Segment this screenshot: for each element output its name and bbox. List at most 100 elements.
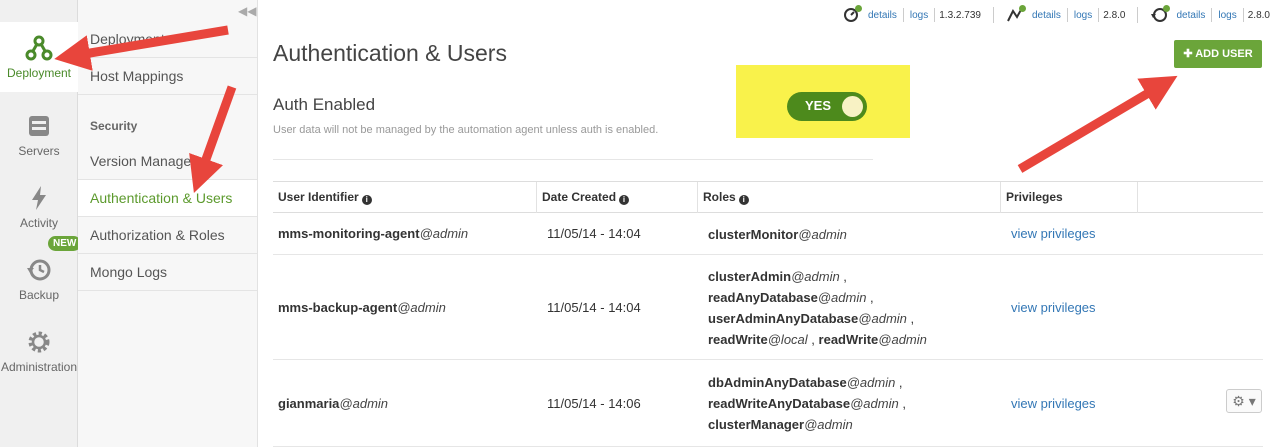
role-db: @admin (846, 375, 896, 390)
date-created-cell: 11/05/14 - 14:06 (547, 396, 641, 411)
subnav-mongo-logs[interactable]: Mongo Logs (78, 254, 257, 291)
header-user-identifier[interactable]: User Identifier i (273, 182, 537, 213)
role-name: clusterManager (708, 417, 805, 432)
role-db: @admin (850, 396, 899, 411)
role-line: clusterManager@admin (708, 414, 906, 435)
user-db: @admin (419, 226, 469, 241)
role-separator: , (839, 269, 847, 284)
subnav-host-mappings[interactable]: Host Mappings (78, 58, 257, 95)
role-line: userAdminAnyDatabase@admin , (708, 308, 927, 329)
role-name: readWrite (818, 332, 879, 347)
role-name: readWrite (708, 332, 768, 347)
role-name: clusterMonitor (708, 227, 799, 242)
page-title: Authentication & Users (273, 40, 507, 66)
agent-status-bar: details logs 1.3.2.739 details logs 2.8.… (836, 0, 1270, 30)
nav-servers-label: Servers (18, 144, 60, 158)
nav-administration[interactable]: Administration (0, 316, 78, 386)
roles-cell: dbAdminAnyDatabase@admin , readWriteAnyDa… (703, 372, 906, 435)
role-line: readWrite@local , readWrite@admin (708, 329, 927, 350)
arrow-to-add-user (1017, 75, 1178, 173)
auth-hint-text: User data will not be managed by the aut… (273, 124, 659, 136)
history-icon (27, 259, 51, 281)
user-db: @admin (397, 300, 446, 315)
user-name: mms-monitoring-agent (278, 226, 420, 241)
subnav-version-manager[interactable]: Version Manager (78, 143, 257, 180)
roles-cell: clusterMonitor@admin (703, 224, 847, 245)
view-privileges-link[interactable]: view privileges (1006, 226, 1096, 241)
role-db: @local (767, 332, 808, 347)
nav-administration-label: Administration (0, 360, 78, 374)
app-window: Deployment Servers Activity NEW Backup A… (0, 0, 1270, 447)
gear-icon (28, 331, 50, 353)
role-name: clusterAdmin (708, 269, 792, 284)
section-nav: ◀◀ Deployment Host Mappings Security Ver… (78, 0, 258, 447)
subnav-authorization-roles[interactable]: Authorization & Roles (78, 217, 257, 254)
info-icon: i (361, 195, 372, 205)
monitoring-logs-link[interactable]: logs (910, 10, 928, 21)
backup-details-link[interactable]: details (1176, 10, 1205, 21)
monitoring-agent-status: details logs 1.3.2.739 (836, 5, 987, 25)
role-db: @admin (798, 227, 847, 242)
date-created-cell: 11/05/14 - 14:04 (547, 300, 641, 315)
view-privileges-link[interactable]: view privileges (1006, 396, 1096, 411)
subnav-authentication-users[interactable]: Authentication & Users (78, 180, 257, 217)
header-privileges: Privileges (1001, 182, 1138, 213)
user-db: @admin (339, 396, 389, 411)
view-privileges-link[interactable]: view privileges (1006, 300, 1096, 315)
table-row: mms-backup-agent@admin 11/05/14 - 14:04 cl… (273, 255, 1263, 360)
role-line: readAnyDatabase@admin , (708, 287, 927, 308)
header-date-created[interactable]: Date Created i (537, 182, 698, 213)
users-table-header: User Identifier i Date Created i Roles i Pr… (273, 181, 1263, 213)
role-db: @admin (791, 269, 840, 284)
nav-backup[interactable]: Backup (0, 244, 78, 314)
monitoring-agent-version: 1.3.2.739 (939, 9, 981, 21)
subnav-deployment[interactable]: Deployment (78, 21, 257, 58)
nav-deployment[interactable]: Deployment (0, 22, 79, 92)
role-separator: , (807, 332, 815, 347)
automation-agent-icon (1006, 5, 1026, 25)
toggle-label: YES (805, 98, 832, 113)
user-identifier-cell: mms-backup-agent@admin (273, 300, 446, 315)
automation-details-link[interactable]: details (1032, 10, 1061, 21)
role-name: dbAdminAnyDatabase (708, 375, 847, 390)
automation-logs-link[interactable]: logs (1074, 10, 1092, 21)
auth-enabled-label: Auth Enabled (273, 95, 376, 114)
user-name: mms-backup-agent (278, 300, 398, 315)
row-actions-gear-button[interactable]: ⚙ ▾ (1226, 389, 1262, 413)
role-separator: , (906, 311, 915, 326)
user-identifier-cell: mms-monitoring-agent@admin (273, 226, 468, 241)
auth-enabled-toggle[interactable]: YES (787, 92, 867, 121)
nav-servers[interactable]: Servers (0, 100, 78, 170)
table-row: gianmaria@admin 11/05/14 - 14:06 dbAdminAn… (273, 360, 1263, 447)
server-icon (29, 116, 49, 136)
backup-logs-link[interactable]: logs (1218, 10, 1236, 21)
role-separator: , (895, 375, 903, 390)
deployment-icon (25, 35, 53, 61)
subnav-security-heading: Security (90, 119, 138, 133)
nav-activity[interactable]: Activity (0, 172, 78, 242)
role-db: @admin (858, 311, 907, 326)
header-user-identifier-label: User Identifier (278, 190, 359, 204)
automation-agent-status: details logs 2.8.0 (1000, 5, 1132, 25)
info-icon: i (738, 195, 749, 205)
role-db: @admin (878, 332, 927, 347)
role-separator: , (866, 290, 874, 305)
main-nav-rail: Deployment Servers Activity NEW Backup A… (0, 0, 82, 447)
collapse-sidebar-icon[interactable]: ◀◀ (238, 4, 256, 18)
role-name: userAdminAnyDatabase (708, 311, 859, 326)
nav-activity-label: Activity (19, 216, 58, 230)
add-user-button[interactable]: ✚ ADD USER (1174, 40, 1262, 68)
nav-deployment-label: Deployment (6, 66, 72, 80)
user-identifier-cell: gianmaria@admin (273, 396, 388, 411)
nav-backup-label: Backup (18, 288, 60, 302)
roles-cell: clusterAdmin@admin , readAnyDatabase@admi… (703, 266, 927, 350)
role-line: clusterAdmin@admin , (708, 266, 927, 287)
header-roles-label: Roles (703, 190, 736, 204)
header-roles[interactable]: Roles i (698, 182, 1001, 213)
role-separator: , (898, 396, 906, 411)
monitoring-details-link[interactable]: details (868, 10, 897, 21)
info-icon: i (619, 195, 630, 205)
backup-agent-icon (1150, 5, 1171, 25)
divider (273, 159, 873, 160)
role-line: dbAdminAnyDatabase@admin , (708, 372, 906, 393)
